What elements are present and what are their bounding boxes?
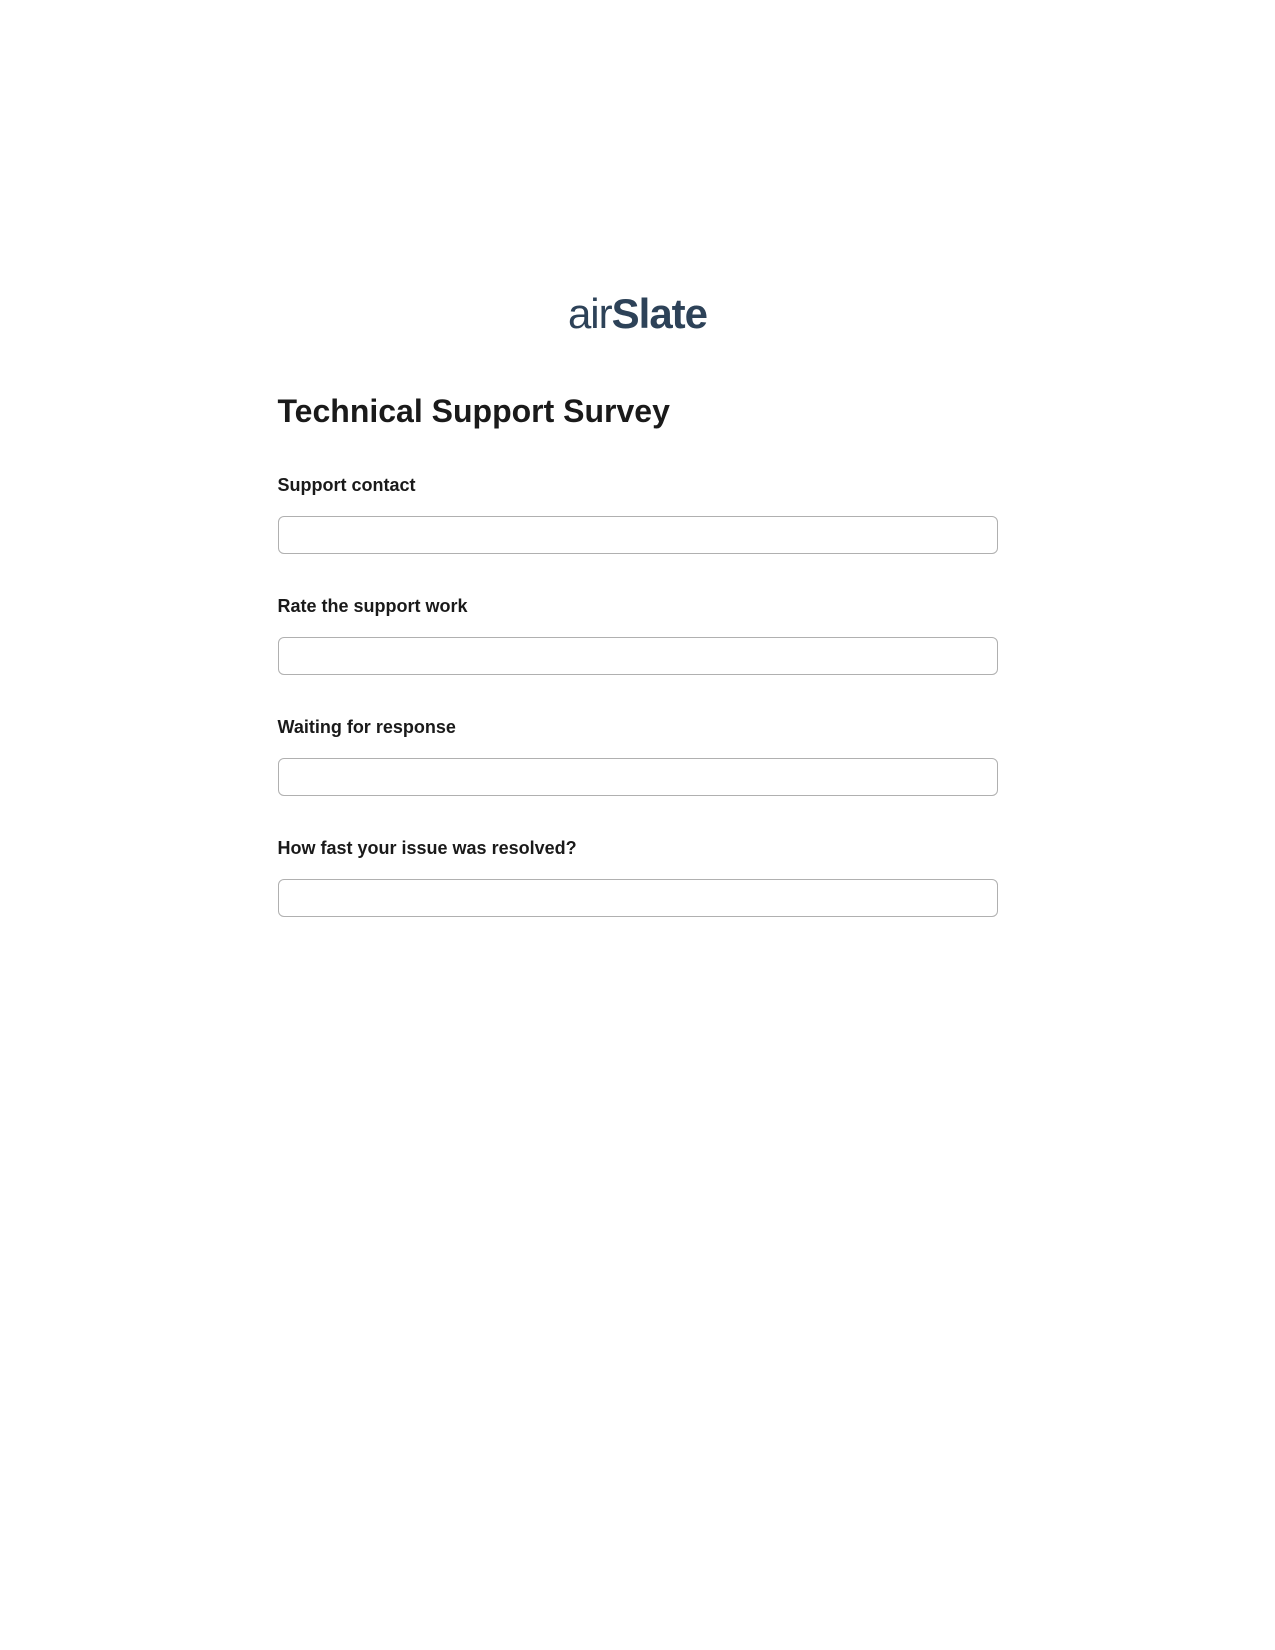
field-label-waiting-response: Waiting for response <box>278 717 998 738</box>
field-support-contact: Support contact <box>278 475 998 554</box>
field-rate-support: Rate the support work <box>278 596 998 675</box>
form-title: Technical Support Survey <box>278 393 998 430</box>
field-waiting-response: Waiting for response <box>278 717 998 796</box>
input-support-contact[interactable] <box>278 516 998 554</box>
input-waiting-response[interactable] <box>278 758 998 796</box>
logo-prefix: air <box>568 290 612 337</box>
logo-text: airSlate <box>568 290 707 337</box>
field-label-resolution-speed: How fast your issue was resolved? <box>278 838 998 859</box>
field-resolution-speed: How fast your issue was resolved? <box>278 838 998 917</box>
field-label-rate-support: Rate the support work <box>278 596 998 617</box>
input-rate-support[interactable] <box>278 637 998 675</box>
form-container: airSlate Technical Support Survey Suppor… <box>278 0 998 917</box>
field-label-support-contact: Support contact <box>278 475 998 496</box>
logo-suffix: Slate <box>612 290 707 337</box>
input-resolution-speed[interactable] <box>278 879 998 917</box>
logo: airSlate <box>278 290 998 338</box>
